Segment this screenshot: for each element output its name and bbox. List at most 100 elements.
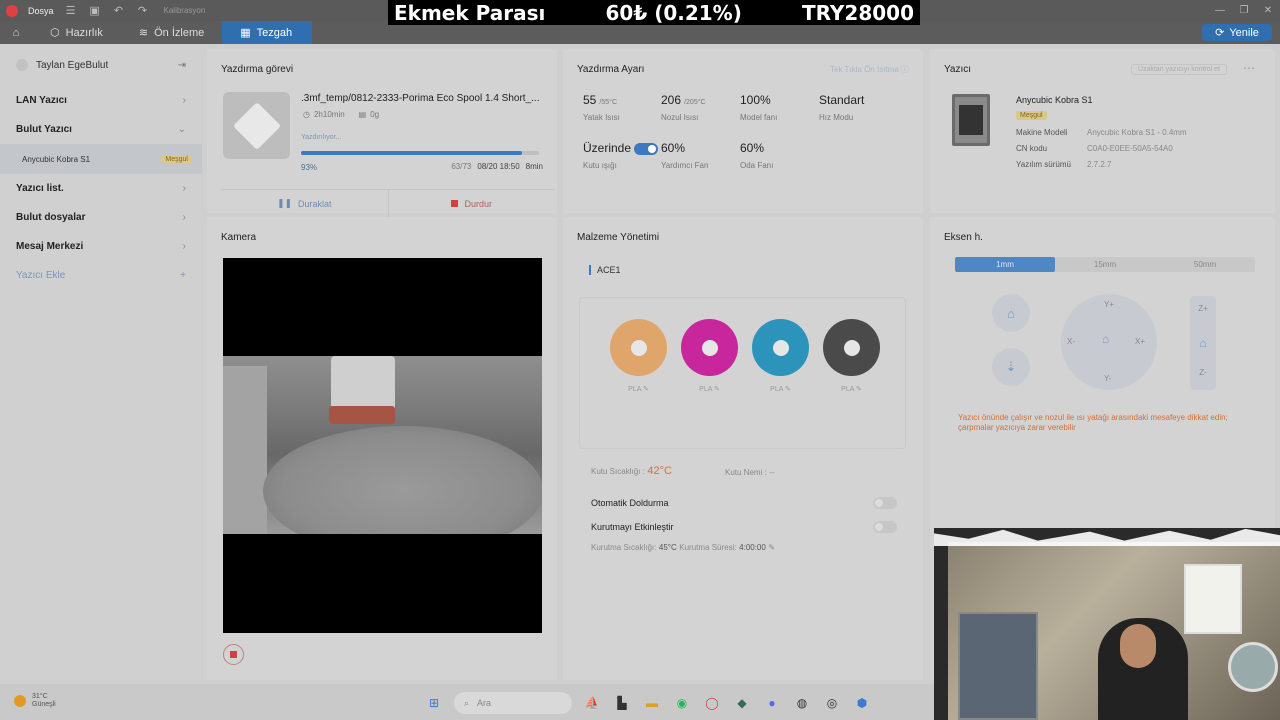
sidebar-item-lan-printer[interactable]: LAN Yazıcı ›: [0, 86, 202, 115]
step-option[interactable]: 15mm: [1055, 257, 1155, 272]
more-icon[interactable]: ⋯: [1243, 61, 1255, 75]
taskbar-center: ⊞ ⌕ Ara ⛵ ▙ ▬ ◉ ◯ ◆ ● ◍ ◎ ⬢: [424, 692, 872, 714]
home-z-icon[interactable]: ⌂: [1190, 336, 1216, 350]
sidebar-item-cloud-files[interactable]: Bulut dosyalar ›: [0, 203, 202, 232]
pause-button[interactable]: ❚❚ Duraklat: [221, 190, 389, 217]
auto-fill-toggle[interactable]: [873, 497, 897, 510]
chevron-right-icon: ›: [182, 212, 186, 223]
z-plus-button[interactable]: Z+: [1190, 304, 1216, 313]
remaining-time: 8min: [525, 162, 543, 171]
printer-name: Anycubic Kobra S1: [1016, 95, 1093, 105]
stop-button[interactable]: Durdur: [389, 190, 556, 217]
extrude-icon[interactable]: ⇣: [992, 348, 1030, 386]
minimize-icon[interactable]: —: [1208, 0, 1232, 21]
info-icon: ⓘ: [901, 65, 909, 74]
y-minus-button[interactable]: Y-: [1104, 374, 1111, 383]
home-xy-icon[interactable]: ⌂: [1102, 332, 1109, 346]
stat-bed-temp[interactable]: 55 /55°C Yatak Isısı: [583, 93, 620, 122]
obs-icon[interactable]: ◍: [792, 693, 812, 713]
sidebar-item-printer-list[interactable]: Yazıcı list. ›: [0, 174, 202, 203]
edit-icon: ✎: [784, 386, 791, 393]
stat-speed-mode[interactable]: Standart Hız Modu: [819, 93, 864, 122]
job-status: Yazdırılıyor...: [301, 134, 342, 141]
spool-4[interactable]: [823, 319, 880, 376]
y-plus-button[interactable]: Y+: [1104, 300, 1114, 309]
panel-title: Yazdırma Ayarı: [577, 64, 645, 75]
edit-icon: ✎: [855, 386, 862, 393]
folder-icon[interactable]: ▬: [642, 693, 662, 713]
calibration-menu[interactable]: Kalibrasyon: [164, 6, 206, 15]
z-minus-button[interactable]: Z-: [1190, 368, 1216, 377]
x-plus-button[interactable]: X+: [1135, 337, 1145, 346]
opera-icon[interactable]: ◯: [702, 693, 722, 713]
discord-icon[interactable]: ●: [762, 693, 782, 713]
file-menu[interactable]: Dosya: [28, 6, 54, 16]
menu-icon[interactable]: ☰: [64, 4, 78, 18]
weather-desc: Güneşli: [32, 701, 56, 708]
sidebar-item-messages[interactable]: Mesaj Merkezi ›: [0, 232, 202, 261]
step-option[interactable]: 1mm: [955, 257, 1055, 272]
info-key: Yazılım sürümü: [1016, 160, 1071, 169]
box-light-toggle[interactable]: [634, 143, 659, 156]
avatar[interactable]: [16, 59, 28, 71]
camera-feed: [223, 258, 542, 633]
save-icon[interactable]: ▣: [88, 4, 102, 18]
sidebar-item-cloud-printer[interactable]: Bulut Yazıcı ⌄: [0, 115, 202, 144]
spool-1[interactable]: [610, 319, 667, 376]
redo-icon[interactable]: ↷: [136, 4, 150, 18]
logout-icon[interactable]: ⇥: [178, 60, 186, 71]
tab-preview[interactable]: ≋ Ön İzleme: [121, 21, 222, 44]
undo-icon[interactable]: ↶: [112, 4, 126, 18]
xy-jog-pad[interactable]: Y+ Y- X- X+ ⌂: [1061, 294, 1157, 390]
stat-model-fan[interactable]: 100% Model fanı: [740, 93, 777, 122]
x-minus-button[interactable]: X-: [1067, 337, 1075, 346]
remote-control-link[interactable]: Uzaktan yazıcıyı kontrol et: [1130, 64, 1227, 75]
app-icon[interactable]: ⛵: [582, 693, 602, 713]
job-duration: 2h10min: [313, 110, 345, 119]
tab-prepare[interactable]: ⬡ Hazırlık: [32, 21, 121, 44]
sidebar-item-add-printer[interactable]: Yazıcı Ekle +: [0, 261, 202, 290]
step-option[interactable]: 50mm: [1155, 257, 1255, 272]
home-icon[interactable]: ⌂: [0, 21, 32, 44]
spool-label: PLA ✎: [628, 386, 649, 393]
spool-container: PLA ✎ PLA ✎ PLA ✎ PLA ✎: [579, 297, 906, 449]
start-icon[interactable]: ⊞: [424, 693, 444, 713]
job-meta: ◷ 2h10min ▤ 0g: [303, 110, 379, 119]
weather-temp: 31°C: [32, 693, 48, 700]
stat-value: Standart: [819, 93, 865, 107]
job-right-meta: 63/73 08/20 18:50 8min: [451, 162, 543, 171]
dry-enable-toggle[interactable]: [873, 521, 897, 534]
stat-chamber-fan[interactable]: 60% Oda Fanı: [740, 141, 773, 170]
stat-label: Yatak Isısı: [583, 113, 620, 122]
record-button[interactable]: [223, 644, 244, 665]
tab-device[interactable]: ▦ Tezgah: [222, 21, 313, 44]
username: Taylan EgeBulut: [36, 59, 109, 71]
restore-icon[interactable]: ❐: [1232, 0, 1256, 21]
game-icon[interactable]: ◆: [732, 693, 752, 713]
slicer-icon[interactable]: ⬢: [852, 693, 872, 713]
stat-nozzle-temp[interactable]: 206 /205°C Nozul Isısı: [661, 93, 706, 122]
printer-info-row: CN kodu C0A0-E0EE-50A5-54A0: [1016, 144, 1173, 153]
home-all-icon[interactable]: ⌂: [992, 294, 1030, 332]
stat-aux-fan[interactable]: 60% Yardımcı Fan: [661, 141, 708, 170]
weight-icon: ▤: [358, 110, 367, 119]
dry-enable-label: Kurutmayı Etkinleştir: [591, 522, 674, 532]
spotify-icon[interactable]: ◉: [672, 693, 692, 713]
info-value: C0A0-E0EE-50A5-54A0: [1087, 144, 1173, 153]
dry-time-value: 4:00:00: [739, 543, 766, 552]
dry-temp-value: 45°C: [658, 543, 677, 552]
edit-icon[interactable]: ✎: [768, 543, 775, 552]
search-placeholder: Ara: [477, 698, 492, 708]
spool-3[interactable]: [752, 319, 809, 376]
spool-2[interactable]: [681, 319, 738, 376]
cloud-printer-entry[interactable]: Anycubic Kobra S1 Meşgul: [0, 144, 202, 174]
record-stop-icon: [230, 651, 237, 658]
preheat-link[interactable]: Tek Tıkla Ön Isıtma ⓘ: [830, 64, 909, 75]
stat-box-light[interactable]: Üzerinde Kutu ışığı: [583, 141, 659, 170]
refresh-button[interactable]: ⟳ Yenile: [1202, 24, 1272, 41]
weather-widget[interactable]: 31°C Güneşli: [14, 693, 56, 709]
close-icon[interactable]: ✕: [1256, 0, 1280, 21]
steam-icon[interactable]: ◎: [822, 693, 842, 713]
taskbar-search[interactable]: ⌕ Ara: [454, 692, 572, 714]
task-view-icon[interactable]: ▙: [612, 693, 632, 713]
